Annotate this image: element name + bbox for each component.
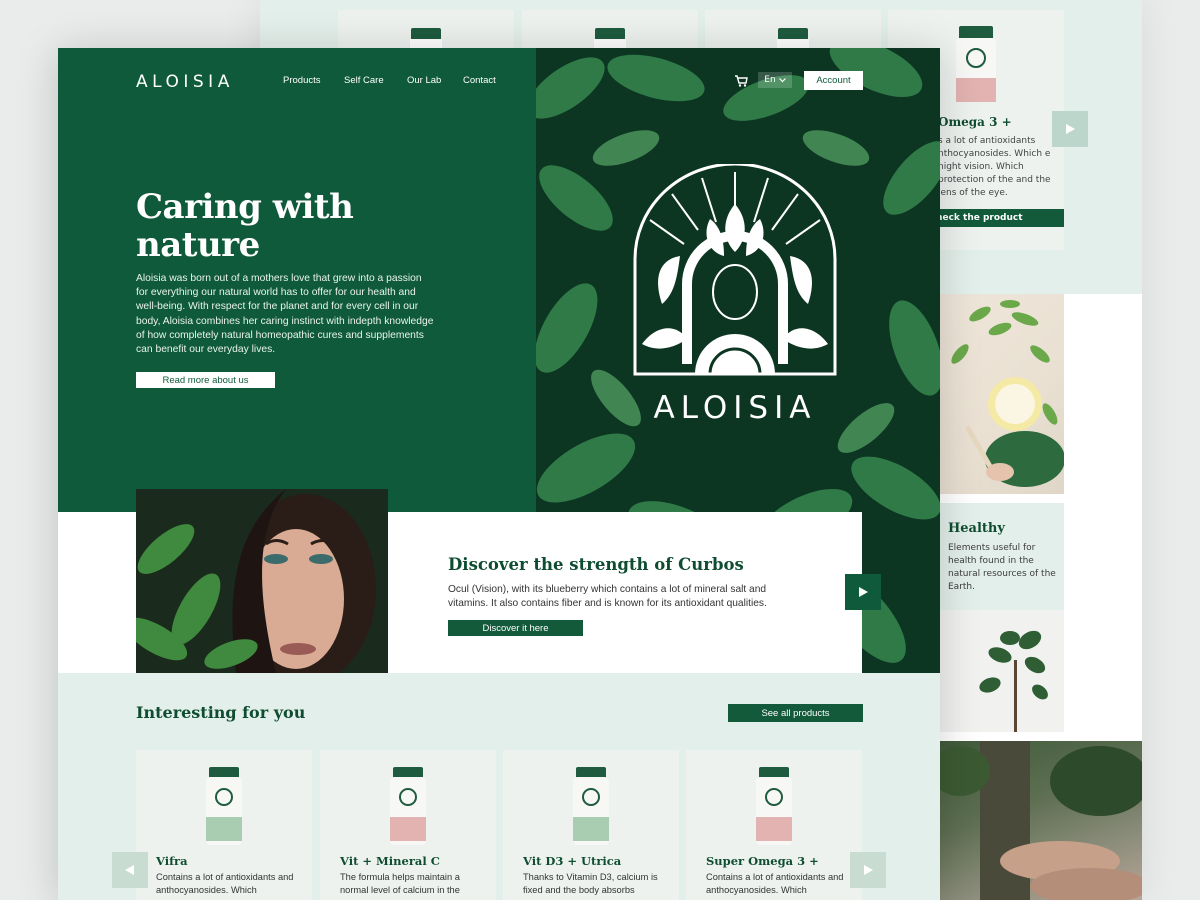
portrait-art [136, 489, 388, 673]
fern-photo-art [951, 300, 1064, 487]
product-description: The formula helps maintain a normal leve… [340, 872, 460, 895]
carousel-next-button[interactable] [850, 852, 886, 888]
main-page: ALOISIA ALOISIA Products Self Care Our L… [58, 48, 940, 900]
bottle-image [594, 28, 626, 59]
discover-description: Ocul (Vision), with its blueberry which … [448, 584, 767, 609]
background-next-button[interactable] [1052, 111, 1088, 147]
chevron-down-icon [778, 77, 786, 82]
product-name: Vit + Mineral C [340, 854, 440, 868]
play-arrow-icon [1066, 124, 1075, 134]
bottle-image [756, 767, 792, 845]
read-more-button[interactable]: Read more about us [136, 372, 275, 388]
nav-link-our-lab[interactable]: Our Lab [407, 75, 441, 86]
arrow-left-icon [125, 865, 134, 875]
product-card[interactable]: Vit + Mineral C The formula helps mainta… [320, 750, 496, 900]
product-description: Thanks to Vitamin D3, calcium is fixed a… [523, 872, 658, 895]
play-arrow-icon [859, 587, 868, 597]
discover-next-button[interactable] [845, 574, 881, 610]
bottle-image [956, 26, 996, 102]
product-description: Contains a lot of antioxidants and antho… [706, 872, 844, 895]
background-product-info: Omega 3 + s a lot of antioxidants nthocy… [938, 115, 1066, 200]
bottle-image [573, 767, 609, 845]
hero-description: Aloisia was born out of a mothers love t… [136, 273, 434, 356]
brand-logo[interactable]: ALOISIA [136, 72, 234, 92]
nav-link-self-care[interactable]: Self Care [344, 75, 384, 86]
interesting-section: Interesting for you See all products Vif… [58, 673, 940, 900]
language-select[interactable]: En [758, 72, 792, 88]
product-card[interactable]: Super Omega 3 + Contains a lot of antiox… [686, 750, 862, 900]
hero-title: Caring with nature [136, 187, 354, 265]
product-name: Vifra [156, 854, 188, 868]
bottle-image [410, 28, 442, 59]
product-card[interactable]: Vifra Contains a lot of antioxidants and… [136, 750, 312, 900]
healthy-title: Healthy [948, 521, 1005, 536]
background-product-title: Omega 3 + [938, 115, 1012, 129]
background-product-description: s a lot of antioxidants nthocyanosides. … [938, 136, 1051, 198]
language-value: En [764, 75, 776, 85]
product-name: Vit D3 + Utrica [523, 854, 622, 868]
product-name: Super Omega 3 + [706, 854, 819, 868]
woman-portrait-photo [136, 489, 388, 673]
arrow-right-icon [864, 865, 873, 875]
discover-title: Discover the strength of Curbos [448, 555, 744, 574]
hands-on-tree-photo [940, 741, 1142, 900]
bottle-image [777, 28, 809, 59]
healthy-card: Healthy Elements useful for health found… [940, 503, 1064, 610]
emblem-wordmark: ALOISIA [654, 390, 817, 424]
account-button[interactable]: Account [804, 71, 863, 90]
carousel-prev-button[interactable] [112, 852, 148, 888]
cart-icon[interactable] [734, 74, 748, 88]
bottle-image [206, 767, 242, 845]
nav-link-products[interactable]: Products [283, 75, 321, 86]
discover-it-button[interactable]: Discover it here [448, 620, 583, 636]
forest-art [940, 741, 1142, 900]
fern-candle-photo [940, 294, 1064, 494]
aloisia-emblem: ALOISIA [633, 164, 837, 424]
plant-art [979, 630, 1048, 732]
healthy-description: Elements useful for health found in the … [948, 543, 1056, 592]
interesting-title: Interesting for you [136, 703, 306, 722]
bottle-image [390, 767, 426, 845]
product-description: Contains a lot of antioxidants and antho… [156, 872, 294, 895]
nav-link-contact[interactable]: Contact [463, 75, 496, 86]
potted-plant-photo [940, 610, 1064, 732]
see-all-products-button[interactable]: See all products [728, 704, 863, 722]
product-card[interactable]: Vit D3 + Utrica Thanks to Vitamin D3, ca… [503, 750, 679, 900]
